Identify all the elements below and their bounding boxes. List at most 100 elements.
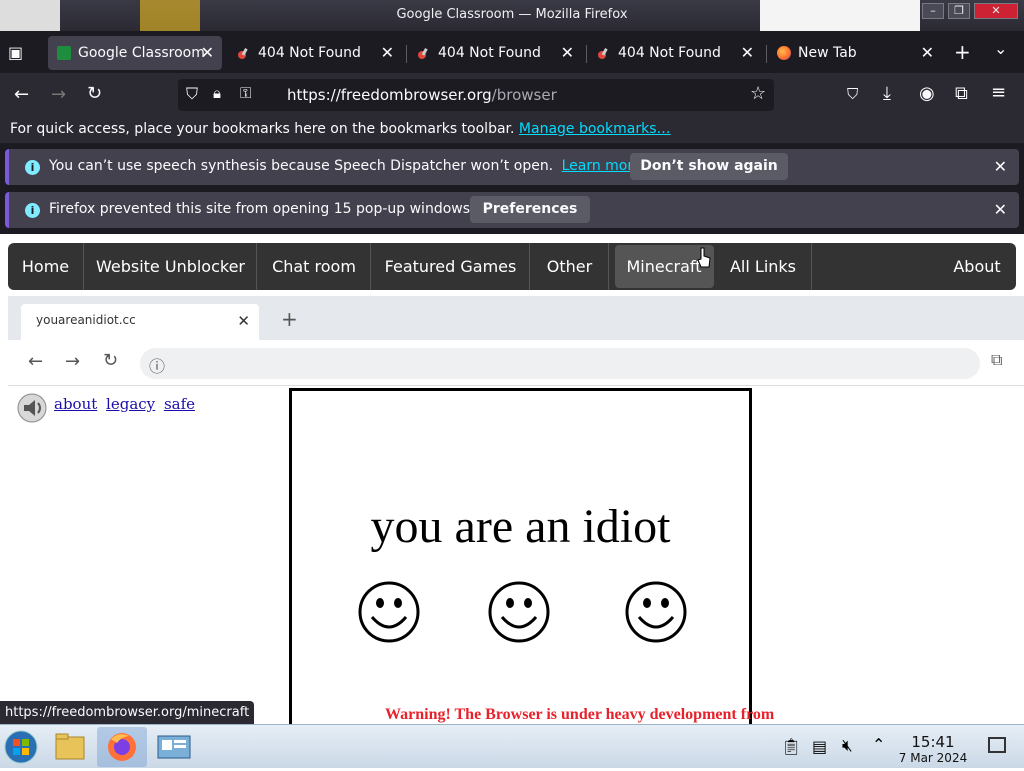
menu-item-home[interactable]: Home	[8, 243, 84, 290]
file-manager-button[interactable]	[48, 727, 92, 767]
inner-tab[interactable]: youareanidiot.cc ✕	[21, 304, 259, 340]
permissions-icon[interactable]: ⚿	[240, 84, 251, 102]
pocket-icon[interactable]: ⛉	[847, 85, 858, 103]
bookmarks-hint-text: For quick access, place your bookmarks h…	[10, 121, 515, 137]
url-text[interactable]: https://freedombrowser.org/browser	[287, 86, 557, 104]
show-hidden-icons-chevron[interactable]: ⌃	[872, 735, 885, 754]
idiot-popup-box: you are an idiot	[289, 388, 752, 728]
navigation-toolbar: ← → ↻ ⛉ 🔒︎ ⚿ https://freedombrowser.org/…	[0, 73, 1024, 117]
speech-synthesis-notification: i You can’t use speech synthesis because…	[5, 149, 1019, 185]
tab-label: Google Classroom	[78, 45, 205, 61]
classroom-icon	[57, 46, 71, 60]
site-info-icon[interactable]: ⓘ	[149, 353, 165, 377]
menu-item-about[interactable]: About	[938, 243, 1016, 290]
open-external-icon[interactable]: ⧉	[991, 350, 1002, 370]
tab-404-3[interactable]: 404 Not Found ✕	[588, 36, 762, 70]
close-tab-icon[interactable]: ✕	[921, 43, 934, 62]
tab-label: New Tab	[798, 45, 857, 61]
preferences-button[interactable]: Preferences	[470, 196, 590, 223]
url-bar[interactable]: ⛉ 🔒︎ ⚿ https://freedombrowser.org/browse…	[178, 79, 774, 111]
taskbar: 📋︎ ▤ 🔇︎ ⌃ 15:41 7 Mar 2024	[0, 724, 1024, 768]
close-icon[interactable]: ✕	[994, 200, 1007, 219]
top-links: about legacy safe	[54, 395, 199, 413]
show-desktop-button[interactable]	[988, 737, 1006, 753]
inner-back-icon[interactable]: ←	[28, 351, 43, 372]
inner-forward-icon[interactable]: →	[65, 351, 80, 372]
extensions-icon[interactable]: ⧉	[955, 83, 968, 104]
site-navigation-menu: Home Website Unblocker Chat room Feature…	[8, 243, 1016, 290]
legacy-link[interactable]: legacy	[106, 395, 155, 413]
tab-separator	[586, 45, 587, 63]
inner-tab-strip: youareanidiot.cc ✕ +	[8, 296, 1024, 340]
start-button[interactable]	[1, 727, 45, 767]
menu-item-website-unblocker[interactable]: Website Unblocker	[85, 243, 257, 290]
speaker-icon[interactable]	[16, 392, 48, 424]
list-all-tabs-button[interactable]: ⌄	[994, 39, 1007, 58]
inner-reload-icon[interactable]: ↻	[103, 350, 118, 371]
url-path: /browser	[491, 86, 557, 104]
menu-item-other[interactable]: Other	[531, 243, 609, 290]
menu-icon[interactable]: ≡	[991, 82, 1006, 103]
close-tab-icon[interactable]: ✕	[201, 43, 214, 62]
control-panel-button[interactable]	[152, 727, 196, 767]
tab-new-tab[interactable]: New Tab ✕	[768, 36, 942, 70]
tab-separator	[406, 45, 407, 63]
info-icon: i	[25, 160, 40, 175]
close-icon[interactable]: ✕	[994, 157, 1007, 176]
close-window-button[interactable]: ✕	[974, 3, 1018, 19]
development-warning: Warning! The Browser is under heavy deve…	[385, 706, 775, 723]
firefox-taskbar-button[interactable]	[97, 727, 147, 767]
mouse-cursor-icon	[697, 247, 711, 268]
close-icon[interactable]: ✕	[237, 312, 250, 330]
status-url-tooltip: https://freedombrowser.org/minecraft	[0, 701, 255, 724]
downloads-icon[interactable]: ⤓	[883, 83, 891, 104]
firefox-view-icon[interactable]: ▣	[8, 43, 23, 62]
back-icon[interactable]: ←	[14, 84, 29, 105]
bookmarks-hint: For quick access, place your bookmarks h…	[10, 121, 670, 137]
new-tab-button[interactable]: +	[954, 40, 971, 64]
tab-label: 404 Not Found	[258, 45, 361, 61]
system-settings-icon	[157, 735, 191, 759]
close-tab-icon[interactable]: ✕	[561, 43, 574, 62]
tab-404-2[interactable]: 404 Not Found ✕	[408, 36, 582, 70]
inner-url-bar[interactable]: ⓘ	[140, 348, 980, 379]
account-icon[interactable]: ◉	[919, 83, 935, 104]
safe-link[interactable]: safe	[164, 395, 195, 413]
window-titlebar: Google Classroom — Mozilla Firefox – ❐ ✕	[0, 0, 1024, 31]
battery-tray-icon[interactable]: ▤	[812, 737, 827, 756]
reload-icon[interactable]: ↻	[87, 83, 102, 104]
menu-item-featured-games[interactable]: Featured Games	[372, 243, 530, 290]
dont-show-again-button[interactable]: Don’t show again	[630, 153, 788, 180]
smiley-icon	[358, 581, 420, 643]
inner-new-tab-button[interactable]: +	[281, 307, 298, 331]
close-tab-icon[interactable]: ✕	[741, 43, 754, 62]
folder-icon	[55, 733, 85, 760]
maximize-button[interactable]: ❐	[948, 3, 970, 19]
shield-icon[interactable]: ⛉	[186, 84, 198, 104]
bookmarks-toolbar: For quick access, place your bookmarks h…	[0, 117, 1024, 143]
bookmark-star-icon[interactable]: ☆	[750, 83, 766, 104]
page-content: about legacy safe you are an idiot Warni…	[8, 387, 1024, 728]
forward-icon[interactable]: →	[51, 84, 66, 105]
popup-blocked-notification: i Firefox prevented this site from openi…	[5, 192, 1019, 228]
windows-start-icon	[4, 730, 38, 764]
tab-404-1[interactable]: 404 Not Found ✕	[228, 36, 402, 70]
about-link[interactable]: about	[54, 395, 97, 413]
menu-item-chat-room[interactable]: Chat room	[258, 243, 371, 290]
headline: you are an idiot	[370, 500, 671, 553]
clipboard-tray-icon[interactable]: 📋︎	[781, 737, 801, 756]
manage-bookmarks-link[interactable]: Manage bookmarks…	[519, 121, 671, 137]
tab-separator	[766, 45, 767, 63]
taskbar-clock[interactable]: 15:41 7 Mar 2024	[893, 733, 973, 765]
tab-google-classroom[interactable]: Google Classroom ✕	[48, 36, 222, 70]
lock-icon[interactable]: 🔒︎	[213, 84, 221, 102]
inner-navigation-bar: ← → ↻ ⓘ ⧉	[8, 340, 1024, 386]
pin-icon	[597, 46, 611, 60]
close-tab-icon[interactable]: ✕	[381, 43, 394, 62]
clock-date: 7 Mar 2024	[898, 751, 968, 765]
smiley-icon	[625, 581, 687, 643]
menu-item-all-links[interactable]: All Links	[715, 243, 812, 290]
volume-muted-icon[interactable]: 🔇︎	[842, 736, 853, 756]
firefox-icon	[108, 733, 136, 761]
minimize-button[interactable]: –	[922, 3, 944, 19]
